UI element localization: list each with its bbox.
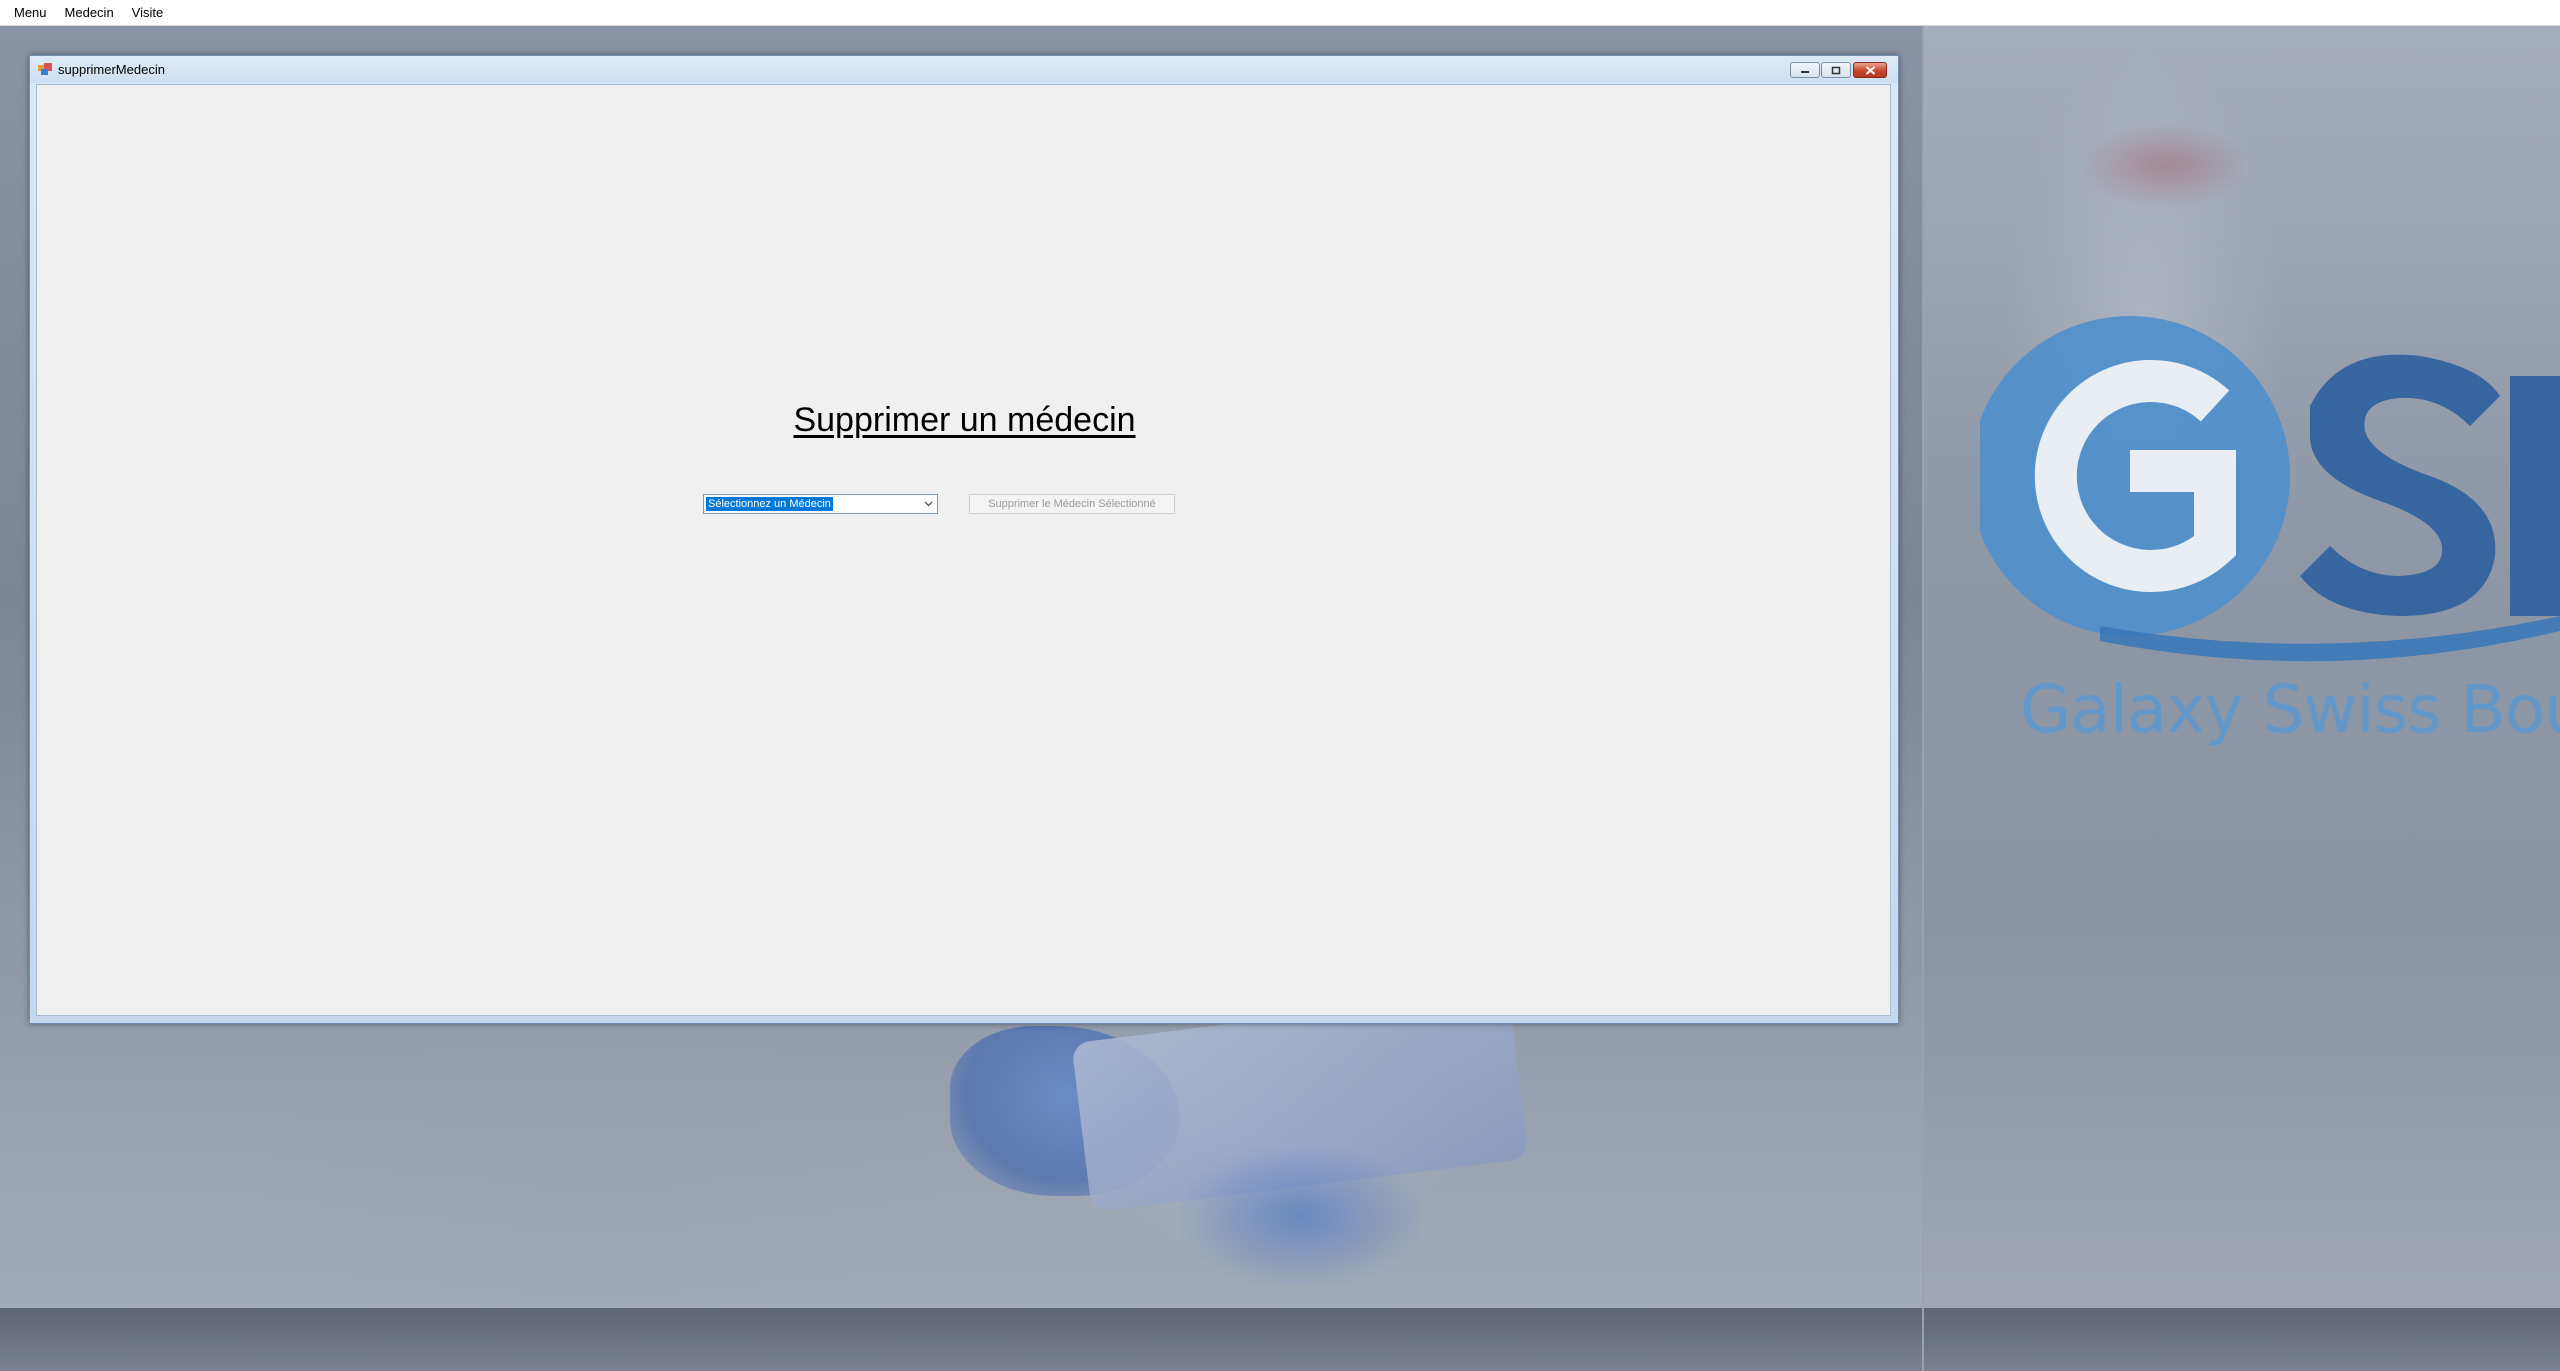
supprimer-medecin-window: supprimerMedecin Supprimer un médecin Sé… bbox=[29, 55, 1899, 1024]
close-icon bbox=[1865, 65, 1875, 75]
window-titlebar[interactable]: supprimerMedecin bbox=[30, 56, 1898, 83]
chevron-down-icon[interactable] bbox=[921, 497, 935, 511]
background-seam bbox=[1922, 1308, 1924, 1371]
background-image-bottom bbox=[0, 1308, 2560, 1371]
delete-medecin-button[interactable]: Supprimer le Médecin Sélectionné bbox=[969, 494, 1175, 514]
logo-tagline: Galaxy Swiss Bourdin bbox=[2020, 671, 2560, 748]
menu-bar: Menu Medecin Visite bbox=[0, 0, 2560, 26]
mdi-application: Menu Medecin Visite Galaxy Swiss Bourdin bbox=[0, 0, 2560, 1371]
minimize-button[interactable] bbox=[1790, 62, 1820, 78]
medecin-select[interactable]: Sélectionnez un Médecin bbox=[703, 494, 938, 514]
page-title-text: Supprimer un médecin bbox=[793, 401, 1136, 439]
window-client-area: Supprimer un médecin Sélectionnez un Méd… bbox=[36, 84, 1891, 1016]
restore-icon bbox=[1831, 66, 1841, 74]
glove-shape-2 bbox=[1180, 1146, 1420, 1286]
medecin-select-value: Sélectionnez un Médecin bbox=[706, 497, 833, 511]
close-button[interactable] bbox=[1853, 62, 1887, 78]
menu-item-visite[interactable]: Visite bbox=[123, 0, 173, 25]
window-title: supprimerMedecin bbox=[58, 62, 165, 77]
menu-item-menu[interactable]: Menu bbox=[0, 0, 56, 25]
menu-item-medecin[interactable]: Medecin bbox=[56, 0, 123, 25]
minimize-icon bbox=[1801, 71, 1809, 73]
restore-button[interactable] bbox=[1821, 62, 1851, 78]
page-title: Supprimer un médecin bbox=[37, 401, 1892, 440]
gsb-logo: Galaxy Swiss Bourdin bbox=[1980, 286, 2560, 806]
chevron-down-glyph bbox=[924, 501, 932, 507]
app-icon bbox=[38, 63, 52, 75]
